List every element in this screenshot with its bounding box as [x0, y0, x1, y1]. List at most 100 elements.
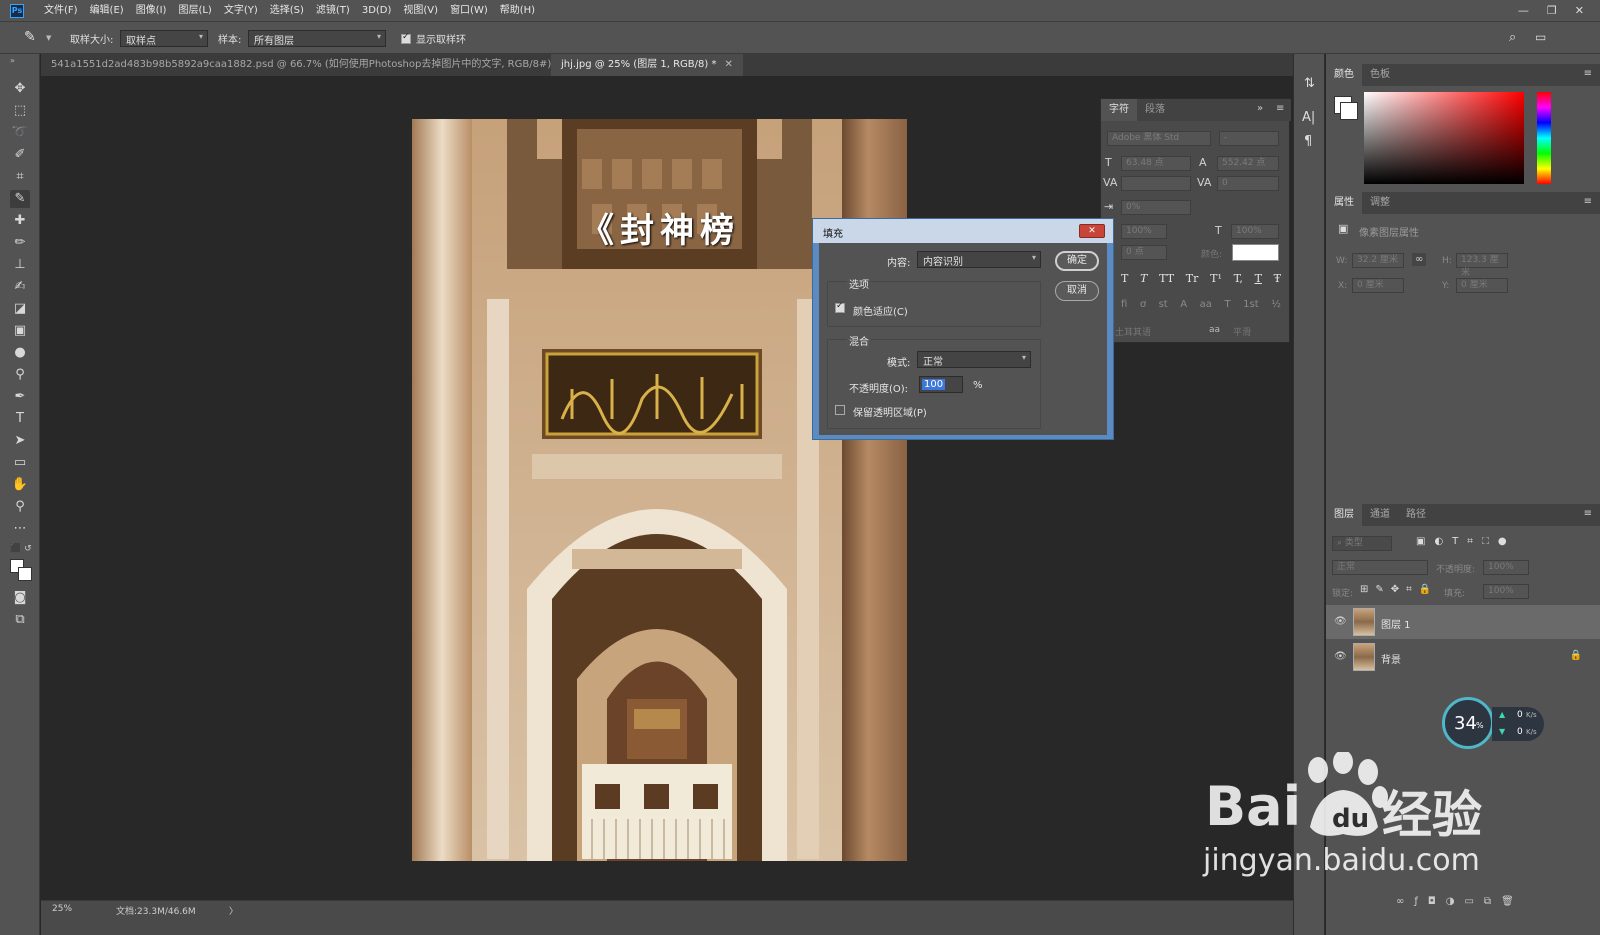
chevron-down-icon[interactable]: ▼ [46, 34, 51, 42]
tsume-field[interactable]: 0% [1121, 200, 1191, 215]
horizontal-scale-field[interactable]: 100% [1231, 224, 1279, 239]
text-color-swatch[interactable] [1232, 244, 1279, 261]
menu-select[interactable]: 选择(S) [264, 0, 310, 22]
language-select[interactable]: 土耳其语 [1115, 325, 1151, 338]
history-panel-icon[interactable]: ⇅ [1304, 76, 1315, 91]
mode-select[interactable]: 正常 ▾ [917, 351, 1031, 368]
small-caps-button[interactable]: Tr [1186, 272, 1199, 285]
menu-edit[interactable]: 编辑(E) [84, 0, 130, 22]
history-brush-tool-icon[interactable]: ✍ [10, 278, 30, 296]
swap-colors-icon[interactable]: ⬛ ↺ [10, 544, 32, 554]
ordinals-button[interactable]: 1st [1243, 299, 1259, 310]
width-field[interactable]: 32.2 厘米 [1352, 253, 1404, 268]
dialog-titlebar[interactable]: 填充 ✕ [813, 219, 1113, 243]
tab-paths[interactable]: 路径 [1398, 504, 1434, 526]
x-field[interactable]: 0 厘米 [1352, 278, 1404, 293]
panel-menu-icon[interactable]: ≡ [1276, 103, 1284, 114]
panel-menu-icon[interactable]: ≡ [1584, 196, 1592, 207]
eye-icon[interactable]: 👁 [1334, 651, 1347, 662]
tab-psd-document[interactable]: 541a1551d2ad483b98b5892a9caa1882.psd @ 6… [41, 54, 586, 76]
superscript-button[interactable]: T¹ [1210, 272, 1222, 285]
workspace-icon[interactable]: ▭ [1535, 30, 1546, 44]
layer-filter-icons[interactable]: ▣◐T⌗⛶● [1416, 536, 1516, 547]
bg-color-chip[interactable] [1340, 102, 1358, 120]
stylistic-alternates-button[interactable]: st [1159, 299, 1168, 310]
lock-icons[interactable]: ⊞✎✥⌗🔒 [1360, 584, 1438, 595]
font-family-select[interactable]: Adobe 黑体 Std [1107, 131, 1211, 146]
menu-help[interactable]: 帮助(H) [494, 0, 541, 22]
expand-icon[interactable]: » [1257, 103, 1263, 114]
eyedropper-preset-icon[interactable]: ✎ [24, 29, 36, 45]
crop-tool-icon[interactable]: ⌗ [10, 168, 30, 186]
color-field[interactable] [1364, 92, 1524, 184]
pen-tool-icon[interactable]: ✒ [10, 388, 30, 406]
tab-properties[interactable]: 属性 [1326, 192, 1362, 214]
tab-swatches[interactable]: 色板 [1362, 64, 1398, 86]
swash-button[interactable]: A [1180, 299, 1187, 310]
subscript-button[interactable]: T, [1234, 272, 1243, 285]
tab-layers[interactable]: 图层 [1326, 504, 1362, 526]
eye-icon[interactable]: 👁 [1334, 616, 1347, 627]
vertical-scale-field[interactable]: 100% [1121, 224, 1167, 239]
contextual-alternates-button[interactable]: T [1225, 299, 1231, 310]
blend-mode-select[interactable]: 正常 [1332, 560, 1428, 575]
baseline-shift-field[interactable]: 0 点 [1121, 245, 1167, 260]
restore-icon[interactable]: ❐ [1547, 4, 1557, 17]
menu-type[interactable]: 文字(Y) [218, 0, 264, 22]
photoshop-logo-icon[interactable]: Ps [10, 3, 24, 18]
font-size-field[interactable]: 63.48 点 [1121, 156, 1191, 171]
search-icon[interactable]: ⌕ [1509, 30, 1516, 45]
healing-brush-tool-icon[interactable]: ✚ [10, 212, 30, 230]
minimize-icon[interactable]: — [1518, 4, 1529, 17]
layer-filter-select[interactable]: ⌕ 类型 [1332, 536, 1392, 551]
link-dimensions-icon[interactable]: ∞ [1412, 253, 1427, 266]
close-tab-icon[interactable]: ✕ [724, 59, 732, 70]
y-field[interactable]: 0 厘米 [1456, 278, 1508, 293]
status-menu-arrow[interactable]: 〉 [229, 904, 238, 917]
leading-field[interactable]: 552.42 点 [1217, 156, 1279, 171]
eyedropper-tool-icon[interactable]: ✎ [10, 190, 30, 208]
paragraph-panel-icon[interactable]: ¶ [1304, 134, 1312, 149]
cancel-button[interactable]: 取消 [1055, 281, 1099, 301]
all-caps-button[interactable]: TT [1159, 272, 1174, 285]
close-icon[interactable]: ✕ [1079, 224, 1105, 238]
hue-slider[interactable] [1537, 92, 1551, 184]
height-field[interactable]: 123.3 厘米 [1456, 253, 1508, 278]
show-ring-checkbox[interactable] [401, 32, 411, 45]
tab-jhj-document[interactable]: jhj.jpg @ 25% (图层 1, RGB/8) * ✕ [551, 54, 743, 76]
menu-view[interactable]: 视图(V) [397, 0, 444, 22]
layer-name[interactable]: 背景 [1381, 651, 1401, 666]
menu-window[interactable]: 窗口(W) [444, 0, 494, 22]
lasso-tool-icon[interactable]: ➰ [10, 124, 30, 142]
color-adapt-checkbox[interactable] [835, 301, 845, 314]
underline-button[interactable]: T [1255, 272, 1262, 285]
tab-adjustments[interactable]: 调整 [1362, 192, 1398, 214]
path-select-tool-icon[interactable]: ➤ [10, 432, 30, 450]
font-style-select[interactable]: - [1219, 131, 1279, 146]
close-window-icon[interactable]: ✕ [1575, 4, 1584, 17]
hand-tool-icon[interactable]: ✋ [10, 476, 30, 494]
tab-character[interactable]: 字符 [1101, 99, 1137, 121]
rectangle-tool-icon[interactable]: ▭ [10, 454, 30, 472]
menu-image[interactable]: 图像(I) [130, 0, 173, 22]
eraser-tool-icon[interactable]: ◪ [10, 300, 30, 318]
zoom-tool-icon[interactable]: ⚲ [10, 498, 30, 516]
menu-filter[interactable]: 滤镜(T) [310, 0, 356, 22]
ligatures-button[interactable]: fi [1121, 299, 1127, 310]
marquee-tool-icon[interactable]: ⬚ [10, 102, 30, 120]
panel-menu-icon[interactable]: ≡ [1584, 68, 1592, 79]
faux-bold-button[interactable]: T [1121, 272, 1128, 285]
more-tools-icon[interactable]: ⋯ [10, 520, 30, 538]
layer-row[interactable]: 👁 背景 🔒 [1326, 640, 1600, 674]
panel-menu-icon[interactable]: ≡ [1584, 508, 1592, 519]
titling-alternates-button[interactable]: aa [1200, 299, 1212, 310]
fractions-button[interactable]: ½ [1271, 299, 1281, 310]
collapse-icon[interactable]: » [10, 56, 15, 65]
menu-file[interactable]: 文件(F) [38, 0, 84, 22]
move-tool-icon[interactable]: ✥ [10, 80, 30, 98]
strikethrough-button[interactable]: Ŧ [1274, 272, 1281, 285]
preserve-transparency-checkbox[interactable] [835, 403, 845, 416]
gradient-tool-icon[interactable]: ▣ [10, 322, 30, 340]
antialias-select[interactable]: 平滑 [1233, 325, 1251, 338]
sample-size-select[interactable]: 取样点 ▾ [120, 30, 208, 47]
